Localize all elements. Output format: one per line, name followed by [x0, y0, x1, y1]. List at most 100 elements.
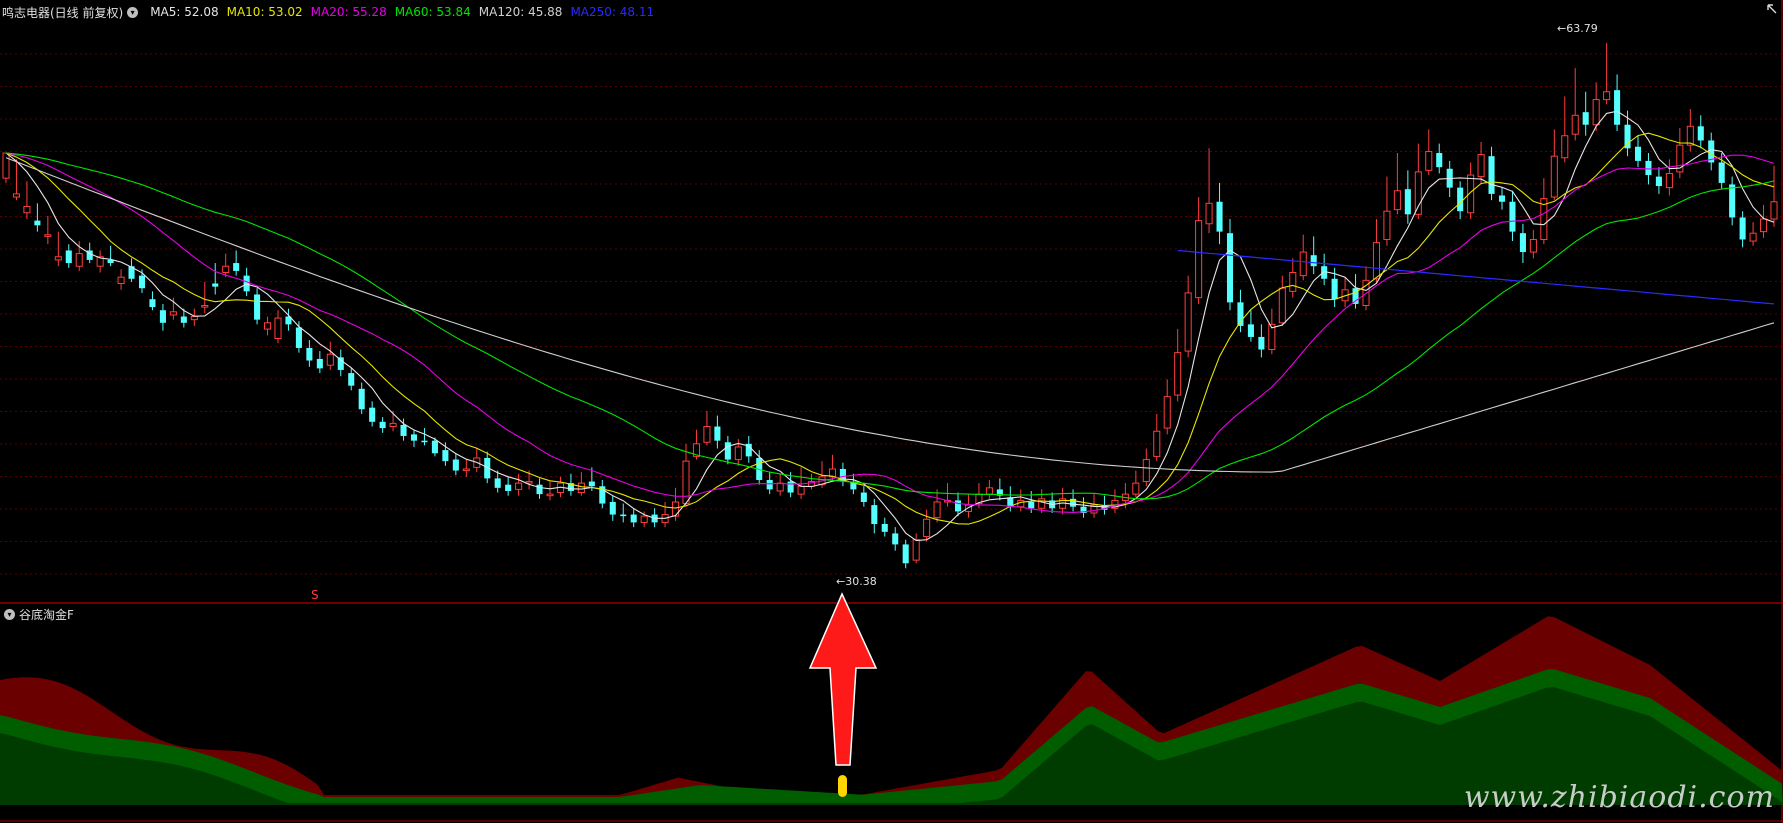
candle-body — [734, 446, 742, 461]
candle-body — [1414, 171, 1422, 215]
candle-body — [1247, 324, 1254, 337]
candle-body — [985, 487, 993, 495]
ma-legend-item: MA120: 45.88 — [478, 5, 563, 19]
candle-body — [222, 265, 230, 273]
candle-body — [1665, 172, 1673, 189]
candle-body — [620, 514, 627, 517]
indicator-name: 谷底淘金F — [19, 607, 74, 622]
candle-body — [1184, 292, 1192, 352]
ma-legend-item: MA250: 48.11 — [570, 5, 655, 19]
candle-body — [682, 460, 690, 505]
candle-body — [337, 357, 344, 370]
candle-body — [1739, 217, 1746, 240]
candle-body — [1132, 482, 1140, 495]
candle-body — [1655, 176, 1662, 187]
candle-body — [1425, 150, 1433, 171]
candle-body — [1729, 184, 1736, 218]
candle-body — [462, 468, 470, 472]
chart-canvas[interactable] — [0, 0, 1783, 823]
candle-body — [1299, 251, 1307, 277]
candle-body — [442, 450, 449, 462]
candle-body — [410, 434, 418, 441]
candle-body — [1436, 153, 1443, 168]
candle-body — [525, 481, 533, 484]
candle-body — [159, 310, 166, 323]
stock-title: 鸣志电器(日线 前复权) — [2, 5, 124, 20]
candle-body — [254, 294, 261, 320]
candle-body — [1634, 146, 1642, 161]
candle-body — [776, 482, 784, 492]
dropdown-icon[interactable]: ▾ — [127, 6, 139, 18]
candle-body — [912, 539, 920, 561]
candle-body — [12, 193, 20, 198]
candle-body — [243, 275, 250, 292]
candle-body — [1571, 114, 1579, 135]
candle-body — [1163, 396, 1171, 429]
candle-body — [1561, 135, 1569, 159]
candle-body — [264, 322, 272, 330]
watermark: www.zhibiaodi.com — [1463, 780, 1775, 815]
candle-body — [379, 421, 386, 429]
candle-body — [1142, 459, 1150, 483]
candle-body — [787, 481, 794, 493]
candle-body — [902, 544, 909, 564]
ma-legend-item: MA20: 55.28 — [310, 5, 387, 19]
candle-body — [577, 482, 585, 494]
candle-body — [630, 514, 637, 523]
candle-body — [1457, 187, 1464, 212]
candle-body — [65, 250, 72, 264]
buy-signal-marker — [838, 775, 847, 797]
candle-body — [1498, 195, 1506, 202]
candle-body — [954, 500, 962, 512]
candle-body — [724, 442, 731, 460]
candle-body — [1509, 201, 1516, 232]
candle-body — [1760, 218, 1768, 233]
candle-body — [1697, 126, 1704, 141]
candle-body — [1216, 201, 1223, 232]
high-price-value: 63.79 — [1566, 22, 1598, 35]
candle-body — [190, 316, 198, 321]
candle-body — [1372, 242, 1380, 280]
candle-body — [389, 422, 397, 428]
candle-body — [421, 440, 428, 443]
candle-body — [881, 523, 888, 532]
sell-marker: S — [311, 588, 319, 602]
candle-body — [1153, 430, 1161, 457]
candle-body — [714, 426, 721, 441]
indicator-dropdown-icon[interactable]: ▾ — [4, 608, 15, 620]
candle-body — [1393, 190, 1401, 211]
candle-body — [609, 501, 616, 515]
low-price-value: 30.38 — [845, 575, 877, 588]
candle-body — [358, 388, 365, 410]
high-price-label: ←63.79 — [1557, 22, 1598, 35]
candle-body — [933, 501, 941, 519]
candle-body — [1529, 238, 1537, 253]
candle-body — [871, 505, 878, 524]
candle-body — [505, 484, 512, 491]
candle-body — [274, 317, 282, 340]
candle-body — [1258, 336, 1265, 350]
candle-body — [2, 152, 10, 179]
candle-body — [306, 347, 313, 361]
corner-collapse-icon[interactable] — [1767, 4, 1777, 14]
candle-body — [1550, 155, 1558, 198]
candle-body — [201, 304, 209, 308]
candle-body — [588, 481, 595, 487]
candle-body — [75, 253, 83, 267]
candle-body — [1592, 99, 1600, 126]
candle-body — [180, 316, 187, 323]
candle-body — [546, 493, 554, 497]
candle-body — [1310, 255, 1317, 267]
ma-legend: 鸣志电器(日线 前复权) ▾ MA5: 52.08 MA10: 53.02 MA20… — [0, 2, 654, 22]
candle-body — [1205, 202, 1213, 225]
candle-body — [369, 407, 376, 422]
candle-body — [515, 482, 523, 490]
candle-body — [23, 205, 31, 214]
candle-body — [1195, 220, 1203, 299]
candle-body — [1770, 201, 1778, 220]
candle-body — [400, 424, 407, 436]
candle-body — [703, 426, 711, 443]
candle-body — [1603, 91, 1611, 101]
candle-body — [431, 440, 438, 454]
candle-body — [494, 478, 501, 488]
